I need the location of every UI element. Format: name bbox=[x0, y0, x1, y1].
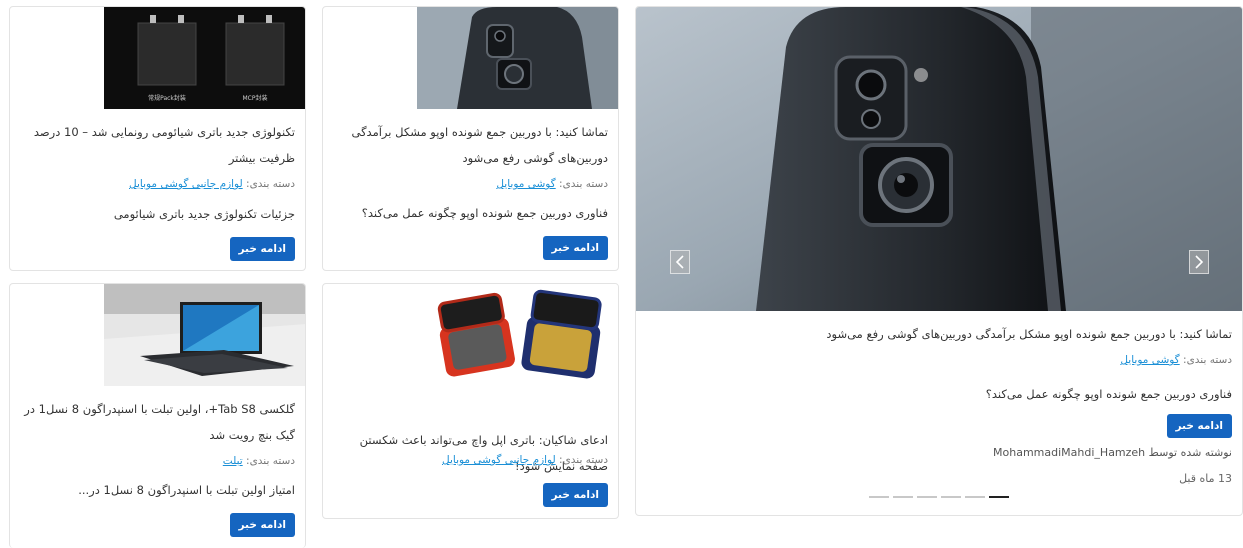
galaxy-tab-illustration bbox=[104, 284, 305, 386]
slider-prev-button[interactable] bbox=[670, 250, 690, 274]
news-card-category-link[interactable]: تبلت bbox=[223, 455, 243, 467]
news-card-read-more-button[interactable]: ادامه خبر bbox=[229, 237, 295, 261]
news-card-category: دسته بندی: لوازم جانبی گوشی موبایل bbox=[442, 454, 608, 466]
news-card-category: دسته بندی: گوشی موبایل bbox=[496, 178, 608, 190]
oppo-phone-illustration bbox=[417, 7, 618, 109]
news-card-title[interactable]: تماشا کنید: با دوربین جمع شونده اوپو مشک… bbox=[338, 119, 608, 171]
news-card-category-prefix: دسته بندی: bbox=[246, 455, 295, 467]
slider-dot[interactable] bbox=[869, 496, 889, 498]
battery-label-right: MCP封装 bbox=[243, 94, 268, 102]
chevron-left-icon bbox=[675, 255, 684, 269]
news-card: 常规Pack封装 MCP封装 تکنولوژی جدید باتری شیائو… bbox=[9, 6, 306, 271]
slider-dot[interactable] bbox=[917, 496, 937, 498]
news-card-category-link[interactable]: گوشی موبایل bbox=[496, 178, 555, 190]
slider-dot-active[interactable] bbox=[989, 496, 1009, 498]
news-card-title[interactable]: تکنولوژی جدید باتری شیائومی رونمایی شد –… bbox=[15, 119, 295, 171]
featured-phone-illustration bbox=[636, 7, 1242, 311]
news-card: ادعای شاکیان: باتری اپل واچ می‌تواند باع… bbox=[322, 283, 619, 519]
news-card-image[interactable] bbox=[417, 7, 618, 109]
news-card-excerpt: امتیاز اولین تبلت با اسنپدراگون 8 نسل1 د… bbox=[78, 483, 295, 497]
news-card-image[interactable] bbox=[104, 284, 305, 386]
featured-category: دسته بندی: گوشی موبایل bbox=[1120, 354, 1232, 366]
news-card-category-prefix: دسته بندی: bbox=[246, 178, 295, 190]
news-card-excerpt: جزئیات تکنولوژی جدید باتری شیائومی bbox=[113, 207, 295, 221]
slider-dot[interactable] bbox=[893, 496, 913, 498]
news-card-category-link[interactable]: لوازم جانبی گوشی موبایل bbox=[442, 454, 556, 466]
featured-category-link[interactable]: گوشی موبایل bbox=[1120, 354, 1179, 366]
news-card-category: دسته بندی: لوازم جانبی گوشی موبایل bbox=[129, 178, 295, 190]
news-card-title[interactable]: گلکسی Tab S8+، اولین تبلت با اسنپدراگون … bbox=[15, 396, 295, 448]
news-card-title[interactable]: ادعای شاکیان: باتری اپل واچ می‌تواند باع… bbox=[338, 427, 608, 479]
featured-category-prefix: دسته بندی: bbox=[1183, 354, 1232, 366]
news-card-read-more-button[interactable]: ادامه خبر bbox=[229, 513, 295, 537]
news-card-category-prefix: دسته بندی: bbox=[559, 178, 608, 190]
chevron-right-icon bbox=[1195, 255, 1204, 269]
slider-dot[interactable] bbox=[941, 496, 961, 498]
featured-time: 13 ماه قبل bbox=[1179, 472, 1232, 485]
slider-next-button[interactable] bbox=[1189, 250, 1209, 274]
slider-dot[interactable] bbox=[965, 496, 985, 498]
battery-label-left: 常规Pack封装 bbox=[148, 94, 186, 102]
news-card-excerpt: فناوری دوربین جمع شونده اوپو چگونه عمل م… bbox=[361, 206, 608, 220]
news-card-image[interactable]: 常规Pack封装 MCP封装 bbox=[104, 7, 305, 109]
news-card-read-more-button[interactable]: ادامه خبر bbox=[542, 236, 608, 260]
news-card-category-link[interactable]: لوازم جانبی گوشی موبایل bbox=[129, 178, 243, 190]
xiaomi-battery-illustration: 常规Pack封装 MCP封装 bbox=[104, 7, 305, 109]
featured-excerpt: فناوری دوربین جمع شونده اوپو چگونه عمل م… bbox=[985, 387, 1232, 401]
news-card: تماشا کنید: با دوربین جمع شونده اوپو مشک… bbox=[322, 6, 619, 271]
slider-indicators bbox=[869, 496, 1009, 498]
featured-author: نوشته شده توسط MohammadiMahdi_Hamzeh bbox=[993, 446, 1232, 459]
featured-phone-image[interactable] bbox=[636, 7, 1242, 311]
news-card-category-prefix: دسته بندی: bbox=[559, 454, 608, 466]
featured-title[interactable]: تماشا کنید: با دوربین جمع شونده اوپو مشک… bbox=[642, 321, 1232, 347]
news-card-image[interactable] bbox=[417, 284, 618, 386]
news-card-category: دسته بندی: تبلت bbox=[223, 455, 295, 467]
featured-slider-card: تماشا کنید: با دوربین جمع شونده اوپو مشک… bbox=[635, 6, 1243, 516]
news-card-read-more-button[interactable]: ادامه خبر bbox=[542, 483, 608, 507]
apple-watch-illustration bbox=[417, 284, 618, 386]
news-card: گلکسی Tab S8+، اولین تبلت با اسنپدراگون … bbox=[9, 283, 306, 548]
featured-read-more-button[interactable]: ادامه خبر bbox=[1166, 414, 1232, 438]
